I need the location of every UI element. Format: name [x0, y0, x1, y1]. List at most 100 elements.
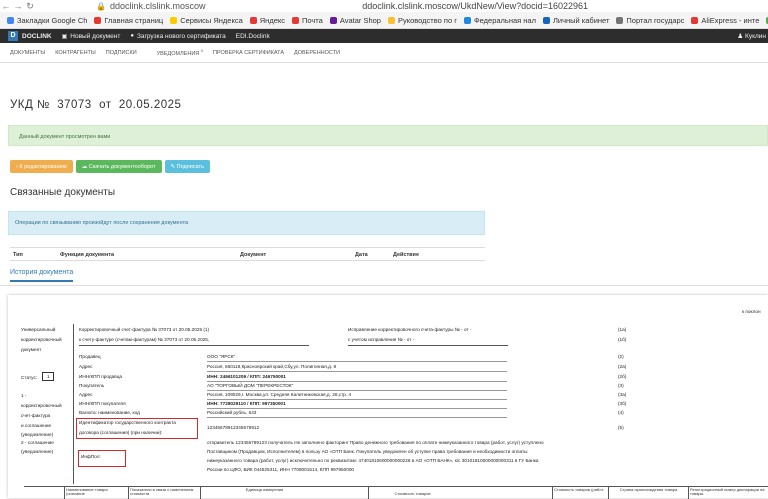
bookmark-item[interactable]: Портал государс: [616, 16, 684, 25]
doc-row-underline: [207, 408, 507, 409]
doc-row-label: Продавец: [79, 354, 101, 359]
viewed-alert: Данный документ просмотрен вами: [8, 125, 768, 146]
bookmark-item[interactable]: Закладки Google Ch: [7, 16, 87, 25]
status-desc-4: и соглашение: [21, 423, 52, 428]
doc-row-code: (3б): [618, 401, 627, 406]
notifications-count: 0: [200, 48, 204, 54]
user-menu[interactable]: ♟ Куклин: [737, 32, 766, 40]
bookmark-item[interactable]: AliExpress - инте: [691, 16, 759, 25]
doc-row-value: ИНН: 2466101209 / КПП: 246750001: [207, 374, 286, 379]
bookmark-item[interactable]: Сервисы Яндекса: [170, 16, 243, 25]
lock-icon: 🔒: [96, 1, 106, 11]
doc-row-underline: [207, 417, 507, 418]
menu-certificate-check[interactable]: ПРОВЕРКА СЕРТИФИКАТА: [213, 50, 284, 56]
sign-button-label: Подписать: [176, 163, 204, 170]
bookmark-favicon-icon: [329, 16, 337, 24]
invoice-header-2: к счету-фактуре (счетам-фактурам) № 3707…: [79, 337, 210, 342]
logo-text: DOCLINK: [22, 32, 52, 40]
doc-row-code: (3а): [618, 392, 627, 397]
bookmark-item[interactable]: Личный кабинет: [542, 15, 610, 25]
main-menu: ДОКУМЕНТЫ КОНТРАГЕНТЫ ПОДПИСКИ УВЕДОМЛЕН…: [0, 43, 768, 63]
user-name: Куклин: [745, 33, 766, 40]
bookmark-item[interactable]: Руководство по г: [387, 15, 457, 25]
doc-row-label: Адрес: [79, 392, 93, 397]
menu-contractors[interactable]: КОНТРАГЕНТЫ: [55, 50, 96, 56]
ident-value: 12345678912345678912: [207, 425, 260, 430]
bookmark-item[interactable]: Avatar Shop: [329, 15, 381, 25]
bookmark-item[interactable]: Главная страниц: [94, 16, 163, 25]
doc-row-underline: [207, 390, 507, 391]
doc-type-line-1: Универсальный: [21, 327, 56, 332]
doc-row-label: Покупатель: [79, 383, 105, 388]
doc-row-label: ИНН/КПП покупателя: [79, 401, 126, 406]
bookmark-label: Сервисы Яндекса: [180, 15, 243, 25]
menu-subscriptions[interactable]: ПОДПИСКИ: [106, 50, 137, 56]
col-action: Действие: [393, 252, 419, 258]
bookmark-label: Личный кабинет: [552, 15, 610, 25]
browser-address-bar: ← → ↻ 🔒 ddoclink.clslink.moscow ddoclink…: [0, 0, 768, 12]
doc-corner-text: к поклон: [742, 309, 761, 314]
ident-label-1: Идентификатор государственного контракта: [79, 420, 176, 425]
tab-history[interactable]: История документа: [10, 269, 74, 282]
host-text[interactable]: ddoclink.clslink.moscow: [110, 1, 206, 11]
page-title: УКД № 37073 от 20.05.2025: [10, 99, 182, 111]
th-cost: Стоимость товаров: [368, 487, 456, 499]
new-document-link[interactable]: ▣ Новый документ: [62, 33, 121, 40]
bookmark-label: Федеральная нал: [473, 15, 536, 25]
th-indicators: Показатели в связи с изменением стоимост…: [128, 487, 200, 499]
bookmark-item[interactable]: Яндекс: [249, 16, 285, 25]
col-document: Документ: [240, 252, 267, 258]
logo[interactable]: D DOCLINK: [8, 31, 52, 41]
back-icon[interactable]: ←: [0, 1, 12, 11]
col-date: Дата: [355, 252, 368, 258]
doc-row-value: Российский рубль, 643: [207, 410, 257, 415]
bookmark-item[interactable]: Почта: [292, 16, 323, 25]
col-function: Функция документа: [60, 252, 115, 258]
bookmark-favicon-icon: [7, 16, 14, 24]
info-text-3: нижеуказанного товара (работ, услуг) иск…: [207, 458, 539, 463]
menu-documents[interactable]: ДОКУМЕНТЫ: [10, 50, 45, 56]
info-text-1: отправитель 123456789123 получатель Не з…: [207, 440, 544, 445]
bookmark-label: Закладки Google Ch: [17, 15, 88, 25]
status-desc-5: (уведомление): [21, 432, 54, 437]
status-value: 1: [42, 372, 54, 381]
status-label: Статус:: [21, 375, 38, 380]
correction-line-1: Исправление корректировочного счета-факт…: [348, 327, 472, 332]
bookmark-label: Портал государс: [626, 15, 685, 25]
bookmark-label: Avatar Shop: [339, 15, 381, 25]
header-underline-2: [348, 345, 508, 346]
status-desc-6: 2 - соглашение: [21, 440, 54, 445]
download-button[interactable]: ☁ Скачать документооборот: [75, 160, 162, 173]
action-buttons: ‹ К редактированию ☁ Скачать документооб…: [10, 160, 213, 173]
url-text[interactable]: ddoclink.clslink.moscow/UkdNew/View?doci…: [362, 1, 588, 11]
info-text-2: Поставщиком (Продавцом, Исполнителем) в …: [207, 449, 528, 454]
th-country: Страна происхождения товара: [608, 487, 688, 499]
status-desc-7: (уведомление): [21, 449, 54, 454]
th-declaration: Регистрационный номер декларации на това…: [688, 487, 768, 499]
menu-notifications[interactable]: УВЕДОМЛЕНИЯ 0: [147, 48, 203, 57]
download-icon: ☁: [81, 163, 89, 170]
doc-row-underline: [207, 371, 507, 372]
correction-line-2: с учетом исправления № - от -: [348, 337, 415, 342]
doc-row-code: (4): [618, 410, 624, 415]
edi-link[interactable]: EDI.Doclink: [236, 33, 270, 40]
edit-button[interactable]: ‹ К редактированию: [10, 160, 73, 173]
bookmark-item[interactable]: Федеральная нал: [463, 15, 536, 25]
menu-powers-of-attorney[interactable]: ДОВЕРЕННОСТИ: [294, 50, 340, 56]
app-topbar: D DOCLINK ▣ Новый документ ● Загрузка новог…: [0, 29, 768, 43]
load-certificate-link[interactable]: ● Загрузка нового сертификата: [130, 33, 225, 40]
ident-code: (5): [618, 425, 624, 430]
forward-icon[interactable]: →: [12, 1, 24, 11]
load-certificate-label: Загрузка нового сертификата: [136, 32, 226, 40]
doc-row-underline: [207, 381, 507, 382]
new-document-label: Новый документ: [70, 32, 121, 40]
code-1b: (1б): [618, 337, 627, 342]
bookmark-label: Руководство по г: [397, 15, 457, 25]
sign-button[interactable]: ✎ Подписать: [164, 160, 210, 173]
download-button-label: Скачать документооборот: [88, 163, 156, 170]
status-desc-3: счет-фактура: [21, 413, 51, 418]
status-desc-2: корректировочный: [21, 403, 62, 408]
reload-icon[interactable]: ↻: [24, 1, 36, 12]
doc-type-line-3: документ: [21, 347, 42, 352]
menu-notifications-label: УВЕДОМЛЕНИЯ: [156, 50, 200, 57]
